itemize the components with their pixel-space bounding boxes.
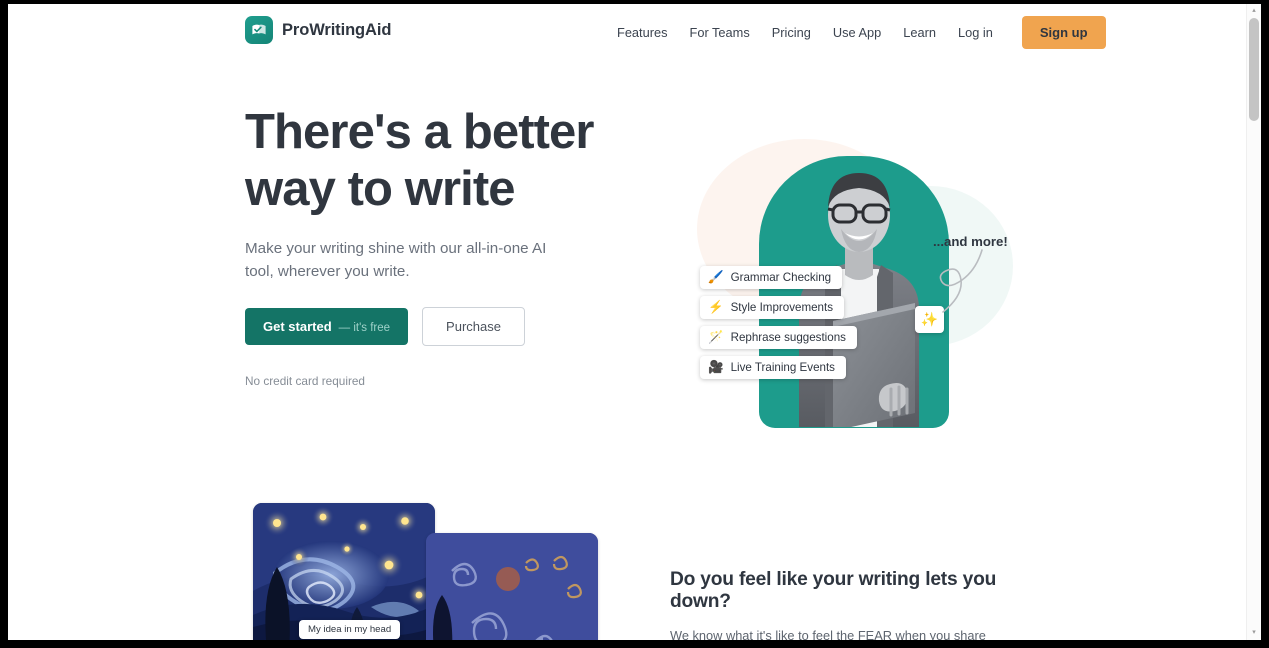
feature-chip-label: Rephrase suggestions: [730, 331, 846, 344]
magic-wand-icon: 🪄: [708, 330, 724, 345]
nav-item-use-app[interactable]: Use App: [822, 19, 892, 46]
feature-chip-live-training-events: 🎥 Live Training Events: [700, 356, 846, 379]
section2-title: Do you feel like your writing lets you d…: [670, 569, 997, 612]
purchase-button[interactable]: Purchase: [422, 307, 525, 346]
page-title: There's a better way to write: [245, 105, 594, 216]
curly-arrow-doodle-icon: [939, 249, 983, 313]
feature-chip-label: Grammar Checking: [730, 271, 832, 284]
nav-item-features[interactable]: Features: [606, 19, 679, 46]
writing-lets-you-down-section: Do you feel like your writing lets you d…: [8, 481, 1246, 640]
hero-cta-group: Get started — it's free Purchase: [245, 307, 625, 346]
feature-chip-rephrase-suggestions: 🪄 Rephrase suggestions: [700, 326, 857, 349]
browser-viewport: ProWritingAid Features For Teams Pricing…: [8, 4, 1261, 640]
nav-item-log-in[interactable]: Log in: [947, 19, 1004, 46]
feature-chip-label: Live Training Events: [730, 361, 835, 374]
get-started-label: Get started: [263, 319, 332, 334]
feature-chip-style-improvements: ⚡ Style Improvements: [700, 296, 845, 319]
idea-caption-label: My idea in my head: [299, 620, 401, 639]
get-started-button[interactable]: Get started — it's free: [245, 308, 409, 345]
brand-logo-link[interactable]: ProWritingAid: [245, 16, 391, 44]
hero-section: There's a better way to write Make your …: [8, 61, 1246, 481]
prowritingaid-logo-icon: [245, 16, 273, 44]
scroll-up-arrow-icon[interactable]: ▴: [1247, 4, 1261, 18]
no-credit-card-note: No credit card required: [245, 374, 365, 388]
section2-copy-block: Do you feel like your writing lets you d…: [670, 569, 1020, 640]
browser-window-frame: ProWritingAid Features For Teams Pricing…: [0, 0, 1269, 648]
brand-name: ProWritingAid: [282, 20, 392, 39]
video-camera-icon: 🎥: [708, 360, 724, 375]
hero-illustration: 🖌️ Grammar Checking ⚡ Style Improvements…: [663, 91, 1063, 441]
paintbrush-icon: 🖌️: [708, 270, 724, 285]
scrollbar-thumb[interactable]: [1249, 18, 1259, 121]
nav-item-learn[interactable]: Learn: [892, 19, 947, 46]
feature-chip-label: Style Improvements: [730, 301, 834, 314]
nav-item-for-teams[interactable]: For Teams: [679, 19, 761, 46]
sign-up-button[interactable]: Sign up: [1021, 16, 1106, 49]
nav-item-pricing[interactable]: Pricing: [761, 19, 822, 46]
site-header: ProWritingAid Features For Teams Pricing…: [8, 4, 1246, 61]
scroll-down-arrow-icon[interactable]: ▾: [1247, 626, 1261, 640]
page-scrollbar[interactable]: ▴ ▾: [1246, 4, 1261, 640]
feature-chip-grammar-checking: 🖌️ Grammar Checking: [700, 266, 843, 289]
webpage-content: ProWritingAid Features For Teams Pricing…: [8, 4, 1246, 640]
get-started-note: — it's free: [338, 322, 391, 334]
hero-subtitle: Make your writing shine with our all-in-…: [245, 240, 547, 280]
lightning-icon: ⚡: [708, 300, 724, 315]
section2-body: We know what it's like to feel the FEAR …: [670, 628, 986, 640]
main-navigation: Features For Teams Pricing Use App Learn…: [606, 4, 1106, 61]
and-more-callout: ...and more!: [933, 234, 1008, 249]
hero-copy-block: There's a better way to write Make your …: [245, 104, 625, 388]
simplified-painting: [426, 533, 598, 640]
